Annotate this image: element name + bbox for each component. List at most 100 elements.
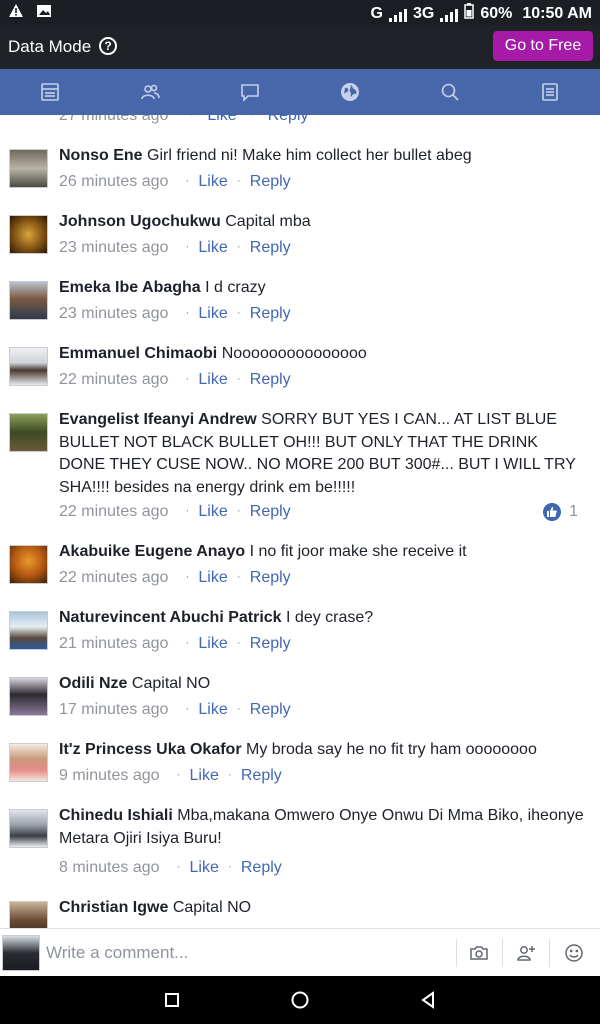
signal-icon — [388, 6, 407, 22]
reply-link[interactable]: Reply — [241, 859, 282, 876]
comment-meta: 22 minutes ago · Like · Reply — [59, 503, 291, 520]
comment-time: 8 minutes ago — [59, 859, 160, 876]
comments-list: 27 minutes ago · Like · Reply Nonso Ene … — [0, 115, 600, 928]
comment-text: Akabuike Eugene Anayo I no fit joor make… — [59, 541, 584, 564]
reply-link[interactable]: Reply — [250, 503, 291, 520]
like-link[interactable]: Like — [190, 859, 219, 876]
avatar[interactable] — [9, 281, 48, 320]
like-link[interactable]: Like — [198, 635, 227, 652]
commenter-name[interactable]: Odili Nze — [59, 675, 127, 692]
data-mode-label: Data Mode — [8, 37, 92, 56]
comment-meta: 8 minutes ago · Like · Reply — [59, 859, 282, 876]
commenter-name[interactable]: Christian Igwe — [59, 899, 168, 916]
like-link[interactable]: Like — [198, 701, 227, 718]
comment-meta: 26 minutes ago · Like · Reply — [59, 173, 291, 190]
comment-body: Nooooooooooooooo — [221, 345, 367, 362]
comment-text: Evangelist Ifeanyi Andrew SORRY BUT YES … — [59, 409, 584, 499]
like-link[interactable]: Like — [198, 371, 227, 388]
news-feed-icon[interactable] — [0, 69, 100, 115]
my-avatar — [2, 935, 40, 971]
comment-time: 21 minutes ago — [59, 635, 169, 652]
comment-time: 22 minutes ago — [59, 371, 169, 388]
avatar[interactable] — [9, 677, 48, 716]
reaction-number: 1 — [569, 503, 578, 520]
reply-link[interactable]: Reply — [250, 569, 291, 586]
like-link[interactable]: Like — [198, 503, 227, 520]
data-mode-bar: Data Mode ? Go to Free — [0, 25, 600, 69]
reply-link[interactable]: Reply — [250, 239, 291, 256]
comment-meta: 17 minutes ago · Like · Reply — [59, 701, 291, 718]
battery-percent: 60% — [480, 4, 513, 22]
help-icon[interactable]: ? — [99, 37, 117, 55]
comment-time: 23 minutes ago — [59, 305, 169, 322]
comment-meta: 9 minutes ago · Like · Reply — [59, 767, 282, 784]
system-navigation-bar — [0, 976, 600, 1024]
comment-time: 23 minutes ago — [59, 239, 169, 256]
comment-text: Emeka Ibe Abagha I d crazy — [59, 277, 584, 300]
avatar[interactable] — [9, 545, 48, 584]
like-link[interactable]: Like — [190, 767, 219, 784]
reply-link[interactable]: Reply — [250, 305, 291, 322]
like-link[interactable]: Like — [198, 173, 227, 190]
notifications-globe-icon[interactable] — [300, 69, 400, 115]
comment-body: I d crazy — [205, 279, 266, 296]
avatar[interactable] — [9, 611, 48, 650]
commenter-name[interactable]: Nonso Ene — [59, 147, 143, 164]
gallery-icon — [36, 3, 52, 24]
network-letter: G — [370, 4, 383, 22]
comment-meta: 22 minutes ago · Like · Reply — [59, 569, 291, 586]
comment-meta: 21 minutes ago · Like · Reply — [59, 635, 291, 652]
menu-icon[interactable] — [500, 69, 600, 115]
avatar[interactable] — [9, 347, 48, 386]
reply-link[interactable]: Reply — [250, 371, 291, 388]
comment-text: It'z Princess Uka Okafor My broda say he… — [59, 739, 584, 762]
commenter-name[interactable]: Chinedu Ishiali — [59, 807, 173, 824]
go-to-free-button[interactable]: Go to Free — [493, 31, 593, 61]
search-icon[interactable] — [400, 69, 500, 115]
comment-time: 27 minutes ago — [59, 115, 169, 124]
comment-meta: 23 minutes ago · Like · Reply — [59, 305, 291, 322]
reply-link[interactable]: Reply — [241, 767, 282, 784]
commenter-name[interactable]: Evangelist Ifeanyi Andrew — [59, 411, 257, 428]
comment-input[interactable] — [46, 939, 446, 967]
reply-link[interactable]: Reply — [250, 173, 291, 190]
messages-icon[interactable] — [200, 69, 300, 115]
avatar[interactable] — [9, 809, 48, 848]
comment-text: Odili Nze Capital NO — [59, 673, 584, 696]
like-link[interactable]: Like — [198, 569, 227, 586]
commenter-name[interactable]: Johnson Ugochukwu — [59, 213, 221, 230]
back-button[interactable] — [408, 984, 448, 1016]
like-link[interactable]: Like — [207, 115, 236, 124]
commenter-name[interactable]: Emmanuel Chimaobi — [59, 345, 217, 362]
status-bar: G 3G 60% 10:50 AM — [0, 0, 600, 25]
comment-text: Christian Igwe Capital NO — [59, 897, 584, 920]
like-link[interactable]: Like — [198, 239, 227, 256]
avatar[interactable] — [9, 901, 48, 928]
commenter-name[interactable]: Akabuike Eugene Anayo — [59, 543, 245, 560]
like-link[interactable]: Like — [198, 305, 227, 322]
comment-body: I no fit joor make she receive it — [249, 543, 467, 560]
network-type: 3G — [412, 4, 435, 22]
comment-body: Capital NO — [172, 899, 252, 916]
add-friend-icon[interactable] — [510, 939, 542, 967]
signal-icon-2 — [440, 6, 459, 22]
avatar[interactable] — [9, 215, 48, 254]
commenter-name[interactable]: It'z Princess Uka Okafor — [59, 741, 242, 758]
avatar[interactable] — [9, 413, 48, 452]
reaction-count[interactable]: 1 — [543, 503, 578, 521]
home-button[interactable] — [280, 984, 320, 1016]
commenter-name[interactable]: Emeka Ibe Abagha — [59, 279, 201, 296]
avatar[interactable] — [9, 743, 48, 782]
commenter-name[interactable]: Naturevincent Abuchi Patrick — [59, 609, 282, 626]
avatar[interactable] — [9, 149, 48, 188]
emoji-icon[interactable] — [558, 939, 590, 967]
reply-link[interactable]: Reply — [250, 635, 291, 652]
warning-icon — [8, 3, 24, 24]
thumbs-up-icon — [543, 503, 562, 521]
friends-icon[interactable] — [100, 69, 200, 115]
reply-link[interactable]: Reply — [268, 115, 309, 124]
recents-button[interactable] — [152, 984, 192, 1016]
comment-body: I dey crase? — [286, 609, 374, 626]
reply-link[interactable]: Reply — [250, 701, 291, 718]
camera-icon[interactable] — [463, 939, 495, 967]
